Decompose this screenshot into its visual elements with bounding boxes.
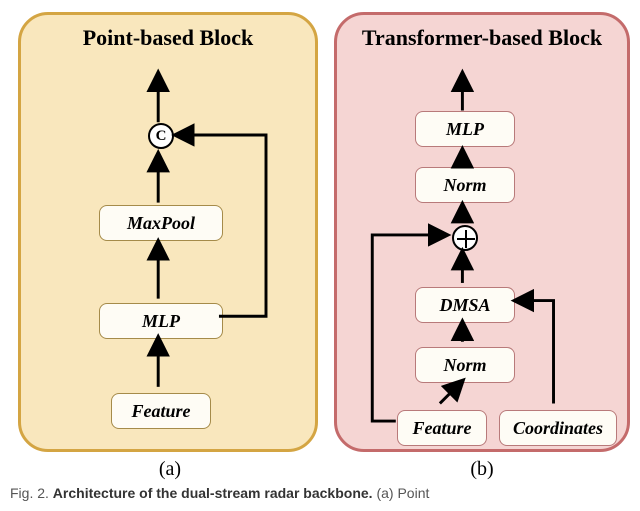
concat-circle: C	[148, 123, 174, 149]
norm2-label: Norm	[443, 175, 486, 196]
mlp-box-right: MLP	[415, 111, 515, 147]
coordinates-label: Coordinates	[513, 418, 603, 439]
figure-title-bold: Architecture of the dual-stream radar ba…	[53, 485, 373, 501]
coordinates-box: Coordinates	[499, 410, 617, 446]
feature-label-right: Feature	[412, 418, 471, 439]
mlp-label: MLP	[142, 311, 180, 332]
norm1-label: Norm	[443, 355, 486, 376]
transformer-block-title: Transformer-based Block	[337, 25, 627, 51]
norm2-box: Norm	[415, 167, 515, 203]
diagram-stage: Point-based Block Feature MLP MaxPool C	[0, 0, 640, 511]
concat-symbol: C	[156, 128, 167, 145]
mlp-label-right: MLP	[446, 119, 484, 140]
feature-label: Feature	[131, 401, 190, 422]
point-block-panel: Point-based Block Feature MLP MaxPool C	[18, 12, 318, 452]
transformer-block-panel: Transformer-based Block Feature Coordina…	[334, 12, 630, 452]
right-arrows	[337, 15, 627, 449]
norm1-box: Norm	[415, 347, 515, 383]
sublabel-b: (b)	[462, 458, 502, 481]
sublabel-a: (a)	[150, 458, 190, 481]
figure-number: Fig. 2.	[10, 485, 49, 501]
maxpool-label: MaxPool	[127, 213, 195, 234]
dmsa-label: DMSA	[439, 295, 490, 316]
dmsa-box: DMSA	[415, 287, 515, 323]
figure-caption: Fig. 2. Architecture of the dual-stream …	[10, 485, 630, 501]
feature-box: Feature	[111, 393, 211, 429]
maxpool-box: MaxPool	[99, 205, 223, 241]
mlp-box: MLP	[99, 303, 223, 339]
feature-box-right: Feature	[397, 410, 487, 446]
figure-caption-tail: (a) Point	[376, 485, 429, 501]
point-block-title: Point-based Block	[21, 25, 315, 51]
sum-circle	[452, 225, 478, 251]
